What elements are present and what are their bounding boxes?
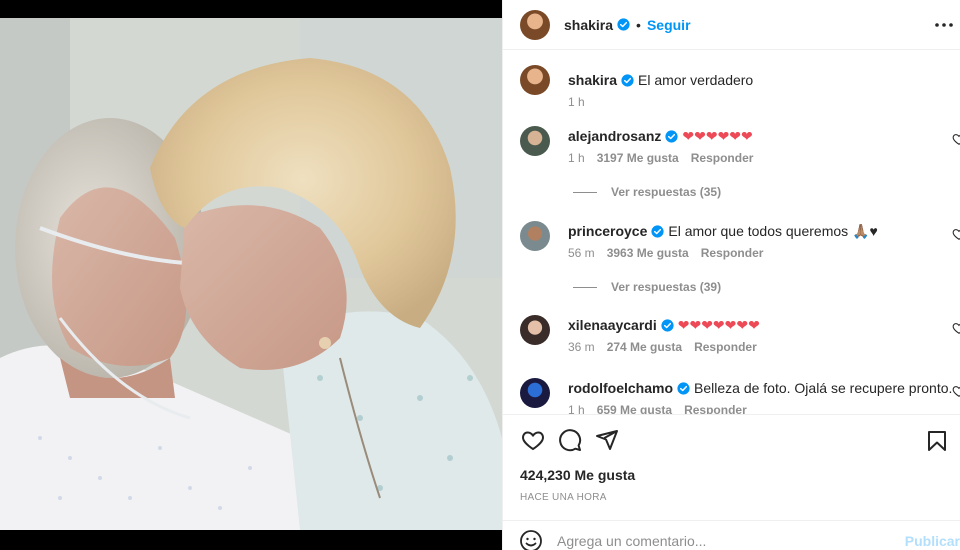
verified-badge-icon [661, 319, 674, 332]
author-avatar[interactable] [520, 9, 550, 40]
caption-avatar[interactable] [520, 65, 550, 95]
comment-row: rodolfoelchamo Belleza de foto. Ojalá se … [520, 378, 960, 414]
comment-time: 1 h [568, 403, 585, 414]
comment-username[interactable]: rodolfoelchamo [568, 380, 673, 396]
add-comment-bar: Publicar [503, 520, 960, 550]
verified-badge-icon [677, 382, 690, 395]
comment-likes[interactable]: 3197 Me gusta [597, 151, 679, 165]
comment-likes[interactable]: 274 Me gusta [607, 340, 682, 354]
save-button[interactable] [923, 427, 951, 455]
heart-icon [522, 430, 544, 450]
comment-like-heart-icon[interactable] [952, 321, 960, 335]
view-replies-button[interactable]: Ver respuestas (35) [573, 185, 721, 199]
comment-row: princeroyce El amor que todos queremos 🙏🏽… [520, 221, 960, 260]
emoji-icon[interactable] [519, 529, 543, 550]
replies-line [573, 191, 597, 193]
replies-line [573, 286, 597, 288]
reply-button[interactable]: Responder [691, 151, 754, 165]
verified-badge-icon [651, 225, 664, 238]
view-replies-button[interactable]: Ver respuestas (39) [573, 280, 721, 294]
verified-badge-icon [665, 130, 678, 143]
author-username[interactable]: shakira [564, 17, 613, 33]
comment-text: ❤❤❤❤❤❤❤ [677, 317, 760, 333]
post-photo[interactable] [0, 18, 502, 530]
likes-count[interactable]: 424,230 Me gusta [520, 467, 635, 483]
comment-row: alejandrosanz ❤❤❤❤❤❤ 1 h 3197 Me gusta Re… [520, 126, 960, 165]
caption-text: El amor verdadero [638, 72, 754, 88]
comment-button[interactable] [556, 426, 584, 454]
comment-like-heart-icon[interactable] [952, 132, 960, 146]
verified-badge-icon [621, 74, 634, 87]
view-replies-label[interactable]: Ver respuestas (39) [611, 280, 721, 294]
post-header: shakira • Seguir [503, 0, 960, 50]
comment-time: 56 m [568, 246, 595, 260]
comment-username[interactable]: alejandrosanz [568, 128, 661, 144]
commenter-avatar[interactable] [520, 221, 550, 251]
view-replies-label[interactable]: Ver respuestas (35) [611, 185, 721, 199]
photo-illustration [0, 18, 502, 530]
more-options-button[interactable] [932, 13, 956, 37]
comment-text: El amor que todos queremos 🙏🏽♥ [668, 223, 878, 239]
comment-username[interactable]: xilenaaycardi [568, 317, 657, 333]
post-timestamp[interactable]: HACE UNA HORA [520, 492, 607, 503]
action-bar [503, 414, 960, 464]
reply-button[interactable]: Responder [684, 403, 747, 414]
caption-username[interactable]: shakira [568, 72, 617, 88]
comment-input[interactable] [557, 532, 877, 549]
separator-dot: • [636, 16, 641, 33]
follow-button[interactable]: Seguir [647, 17, 691, 33]
publish-button[interactable]: Publicar [905, 533, 960, 549]
comment-like-heart-icon[interactable] [952, 384, 960, 398]
like-button[interactable] [519, 426, 547, 454]
share-button[interactable] [593, 426, 621, 454]
commenter-avatar[interactable] [520, 315, 550, 345]
caption-time: 1 h [568, 95, 585, 109]
share-icon [596, 429, 618, 450]
bookmark-icon [928, 431, 946, 451]
commenter-avatar[interactable] [520, 378, 550, 408]
reply-button[interactable]: Responder [694, 340, 757, 354]
comment-username[interactable]: princeroyce [568, 223, 647, 239]
comment-row: xilenaaycardi ❤❤❤❤❤❤❤ 36 m 274 Me gusta R… [520, 315, 960, 354]
comment-like-heart-icon[interactable] [952, 227, 960, 241]
caption-row: shakira El amor verdadero 1 h [520, 65, 960, 109]
commenter-avatar[interactable] [520, 126, 550, 156]
comment-icon [559, 428, 582, 451]
verified-badge-icon [617, 18, 630, 31]
more-options-icon [935, 23, 953, 27]
post-panel: shakira • Seguir shakira El amor verdader… [502, 0, 960, 550]
comment-text: ❤❤❤❤❤❤ [682, 128, 753, 144]
comment-time: 1 h [568, 151, 585, 165]
comment-text: Belleza de foto. Ojalá se recupere pront… [694, 380, 953, 396]
comment-time: 36 m [568, 340, 595, 354]
comments-section[interactable]: shakira El amor verdadero 1 h alejandrosa… [503, 51, 960, 414]
comment-likes[interactable]: 3963 Me gusta [607, 246, 689, 260]
post-media-panel [0, 0, 502, 550]
reply-button[interactable]: Responder [701, 246, 764, 260]
comment-likes[interactable]: 659 Me gusta [597, 403, 672, 414]
